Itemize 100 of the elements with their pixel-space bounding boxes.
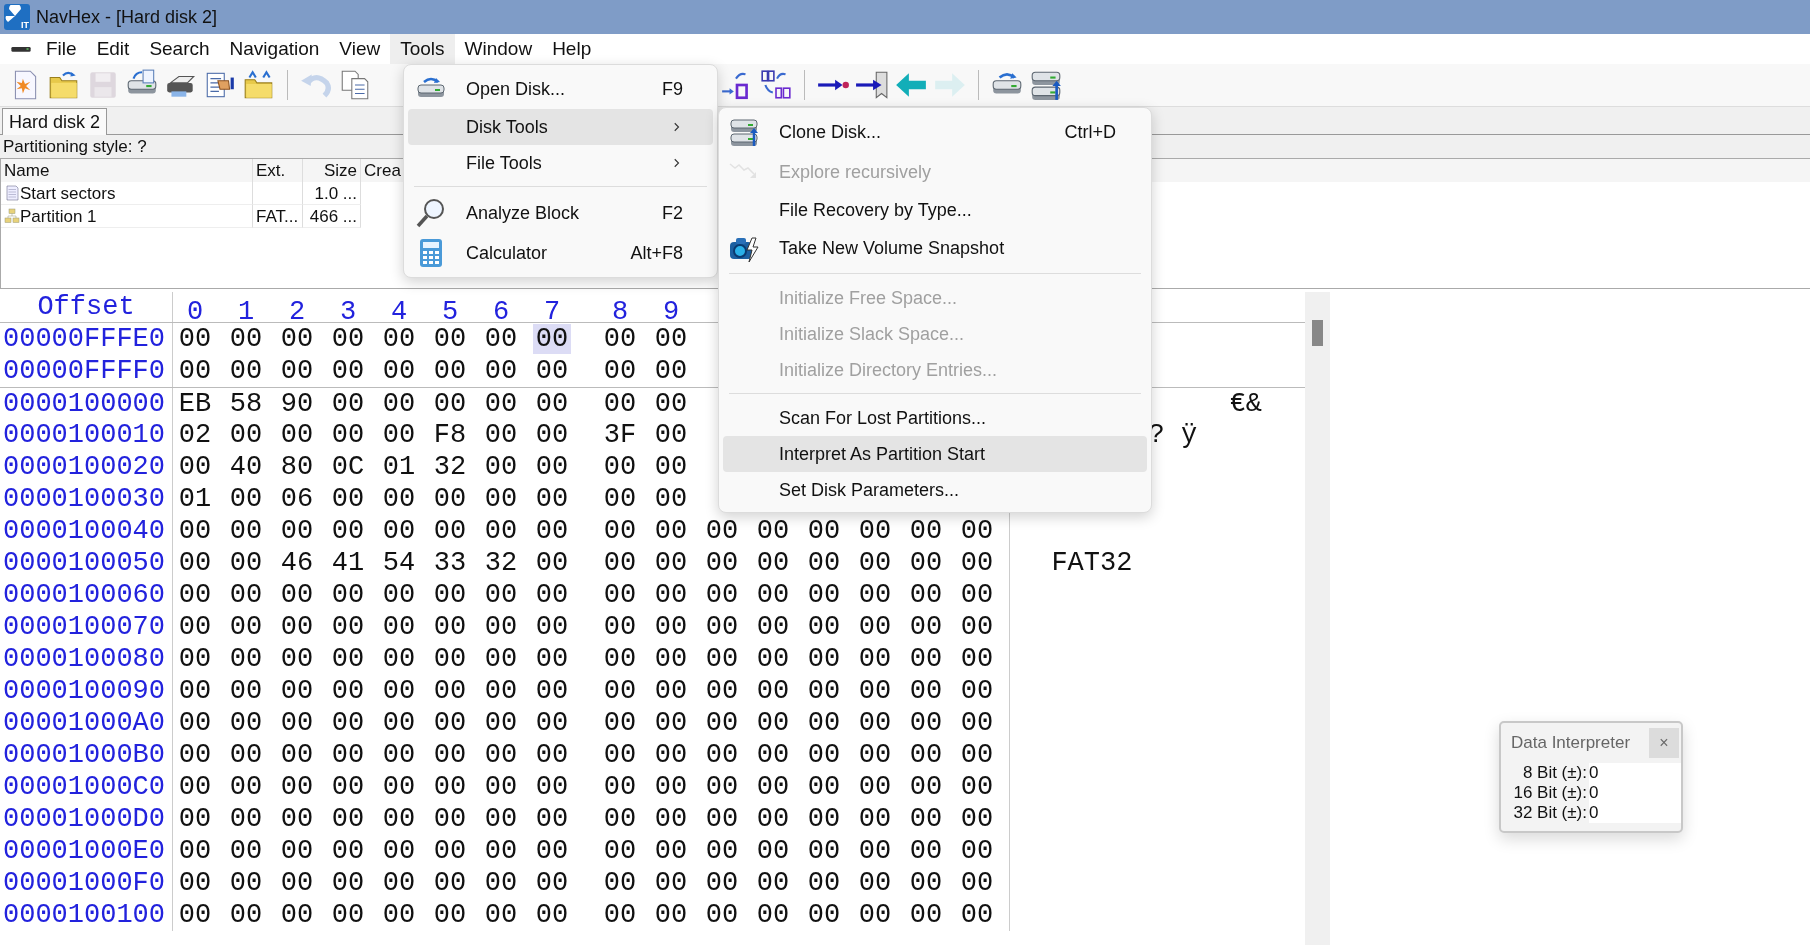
hex-byte[interactable]: 00 [533,836,571,866]
hex-byte[interactable]: 00 [482,740,520,770]
hex-byte[interactable]: 00 [652,548,690,578]
hex-byte[interactable]: 00 [601,900,639,930]
hex-byte[interactable]: 00 [431,644,469,674]
hex-byte[interactable]: 00 [601,868,639,898]
hex-byte[interactable]: 00 [856,676,894,706]
hex-byte[interactable]: 00 [754,740,792,770]
menu-item[interactable]: Window [454,34,543,64]
hex-byte[interactable]: 00 [431,324,469,354]
hex-byte[interactable]: 00 [907,740,945,770]
hex-byte[interactable]: 00 [227,580,265,610]
hex-byte[interactable]: 00 [856,836,894,866]
menu-item[interactable]: Open Disk... F9 [408,69,713,109]
hex-byte[interactable]: 00 [907,804,945,834]
hex-byte[interactable]: F8 [431,420,469,450]
hex-byte[interactable]: 00 [431,900,469,930]
hex-byte[interactable]: 00 [227,900,265,930]
hex-byte[interactable]: 00 [380,836,418,866]
hex-byte[interactable]: 00 [482,900,520,930]
hex-byte[interactable]: 00 [601,676,639,706]
hex-byte[interactable]: 00 [278,516,316,546]
hex-byte[interactable]: 00 [754,836,792,866]
hex-byte[interactable]: 00 [601,452,639,482]
hex-byte[interactable]: 00 [907,676,945,706]
hex-byte[interactable]: 00 [176,580,214,610]
hex-byte[interactable]: 00 [754,804,792,834]
hex-byte[interactable]: 00 [533,484,571,514]
hex-byte[interactable]: 00 [329,772,367,802]
hex-byte[interactable]: 00 [176,804,214,834]
hex-byte[interactable]: 00 [380,900,418,930]
menu-item[interactable]: Take New Volume Snapshot [723,228,1147,268]
hex-byte[interactable]: 00 [652,868,690,898]
hex-byte[interactable]: 00 [754,676,792,706]
hex-byte[interactable]: 00 [533,612,571,642]
hex-byte[interactable]: 00 [533,548,571,578]
hex-byte[interactable]: 00 [278,356,316,386]
hex-byte[interactable]: 00 [431,356,469,386]
menu-item[interactable]: Search [139,34,220,64]
hex-byte[interactable]: 00 [958,516,996,546]
hex-byte[interactable]: 00 [176,452,214,482]
hex-byte[interactable]: 00 [907,868,945,898]
hex-byte[interactable]: 00 [856,900,894,930]
hex-byte[interactable]: 00 [380,324,418,354]
hex-byte[interactable]: 00 [601,612,639,642]
hex-byte[interactable]: 00 [431,772,469,802]
hex-byte[interactable]: 00 [176,740,214,770]
hex-byte[interactable]: 00 [601,580,639,610]
hex-byte[interactable]: 00 [601,772,639,802]
hex-byte[interactable]: 00 [227,708,265,738]
hex-byte[interactable]: 00 [703,836,741,866]
hex-byte[interactable]: 00 [805,644,843,674]
menu-item[interactable]: Set Disk Parameters... [723,472,1147,508]
hex-byte[interactable]: 00 [380,516,418,546]
hex-byte[interactable]: 00 [278,708,316,738]
menu-item[interactable]: Help [542,34,602,64]
hex-byte[interactable]: 00 [482,324,520,354]
hex-byte[interactable]: 00 [431,804,469,834]
hex-byte[interactable]: 00 [482,516,520,546]
hex-byte[interactable]: 00 [703,548,741,578]
hex-byte[interactable]: 00 [533,356,571,386]
hex-byte[interactable]: 00 [805,804,843,834]
hex-byte[interactable]: 00 [482,868,520,898]
hex-byte[interactable]: 00 [176,836,214,866]
hex-byte[interactable]: 33 [431,548,469,578]
hex-byte[interactable]: 00 [601,708,639,738]
hex-byte[interactable]: 00 [227,420,265,450]
hex-byte[interactable]: 00 [482,612,520,642]
hex-byte[interactable]: 00 [482,676,520,706]
hex-byte[interactable]: 00 [652,740,690,770]
hex-byte[interactable]: 00 [805,740,843,770]
hex-byte[interactable]: 00 [329,420,367,450]
hex-byte[interactable]: 00 [227,356,265,386]
hex-byte[interactable]: 00 [601,644,639,674]
hex-byte[interactable]: 00 [278,676,316,706]
hex-byte[interactable]: 00 [907,612,945,642]
hex-byte[interactable]: 00 [652,452,690,482]
hex-byte[interactable]: 00 [652,804,690,834]
hex-byte[interactable]: 00 [856,644,894,674]
hex-byte[interactable]: 02 [176,420,214,450]
hex-byte[interactable]: 00 [278,900,316,930]
hex-byte[interactable]: 00 [754,548,792,578]
hex-byte[interactable]: 00 [176,324,214,354]
scrollbar[interactable] [1305,292,1330,945]
hex-byte[interactable]: 00 [652,420,690,450]
hex-byte[interactable]: 00 [431,388,469,419]
hex-byte[interactable]: 00 [329,484,367,514]
hex-byte[interactable]: 00 [958,868,996,898]
hex-byte[interactable]: 00 [958,548,996,578]
hex-byte[interactable]: 00 [754,644,792,674]
hex-byte[interactable]: 00 [533,580,571,610]
hex-byte[interactable]: 00 [329,356,367,386]
hex-byte[interactable]: 00 [380,740,418,770]
hex-byte[interactable]: 00 [907,580,945,610]
hex-byte[interactable]: 00 [703,644,741,674]
menu-item[interactable]: File Recovery by Type... [723,192,1147,228]
hex-byte[interactable]: 00 [601,388,639,419]
hex-byte[interactable]: 00 [652,708,690,738]
hex-byte[interactable]: 00 [805,900,843,930]
hex-byte[interactable]: 00 [380,708,418,738]
